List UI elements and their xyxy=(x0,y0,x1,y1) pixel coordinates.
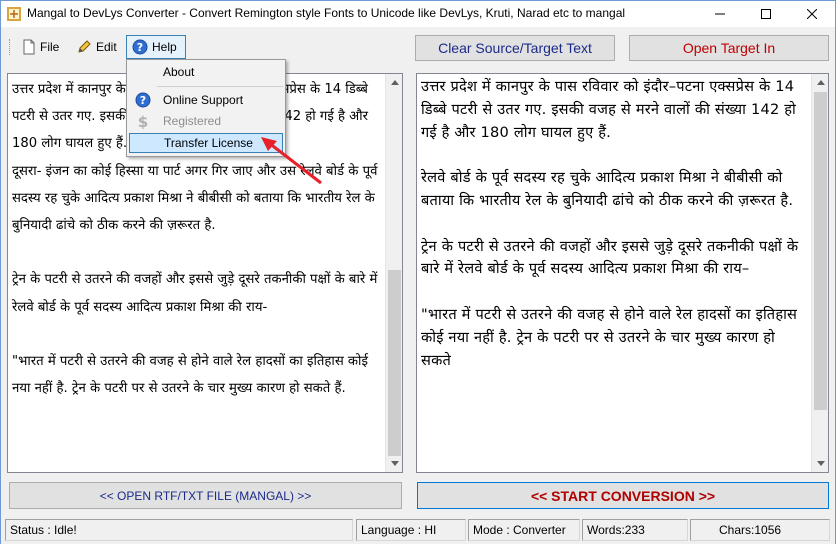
target-scrollbar[interactable] xyxy=(811,74,828,472)
help-question-icon: ? xyxy=(132,39,148,55)
menu-item-registered-label: Registered xyxy=(163,114,222,128)
app-icon xyxy=(7,7,21,21)
maximize-button[interactable] xyxy=(743,1,789,27)
menu-item-online-support-label: Online Support xyxy=(163,93,244,107)
menu-item-transfer-license-label: Transfer License xyxy=(164,136,253,150)
file-icon xyxy=(23,39,35,55)
menu-item-registered[interactable]: $ Registered xyxy=(129,111,283,131)
scroll-down-arrow-icon[interactable] xyxy=(386,455,402,472)
start-conversion-button[interactable]: << START CONVERSION >> xyxy=(417,482,829,509)
open-target-button[interactable]: Open Target In xyxy=(629,35,829,61)
word-count: Words:233 xyxy=(582,519,688,541)
source-scrollbar[interactable] xyxy=(385,74,402,472)
language-status: Language : HI xyxy=(356,519,466,541)
svg-text:?: ? xyxy=(140,94,146,107)
menu-help-label: Help xyxy=(152,40,177,54)
menu-grip xyxy=(9,39,12,55)
app-window: Mangal to DevLys Converter - Convert Rem… xyxy=(0,0,836,544)
svg-text:?: ? xyxy=(137,41,143,54)
char-count: Chars:1056 xyxy=(690,519,830,541)
edit-pencil-icon xyxy=(78,40,91,53)
maximize-icon xyxy=(761,9,771,19)
close-button[interactable] xyxy=(789,1,835,27)
open-file-button[interactable]: << OPEN RTF/TXT FILE (MANGAL) >> xyxy=(9,482,402,509)
menu-item-about[interactable]: About xyxy=(129,62,283,82)
target-scroll-thumb[interactable] xyxy=(814,92,827,410)
close-icon xyxy=(807,9,817,19)
menu-file-label: File xyxy=(40,40,60,54)
dollar-icon: $ xyxy=(138,113,148,129)
menu-bar: File Edit ? Help xyxy=(1,33,401,59)
menu-edit[interactable]: Edit xyxy=(71,35,122,59)
menu-item-online-support[interactable]: ? Online Support xyxy=(129,90,283,110)
mode-status: Mode : Converter xyxy=(468,519,580,541)
minimize-icon xyxy=(715,13,725,15)
question-icon: ? xyxy=(135,92,151,108)
red-pointer-arrow-icon xyxy=(261,137,322,185)
menu-separator xyxy=(157,86,283,87)
scroll-down-arrow-icon[interactable] xyxy=(812,455,828,472)
menu-item-about-label: About xyxy=(163,65,195,79)
window-title: Mangal to DevLys Converter - Convert Rem… xyxy=(27,6,626,20)
scroll-up-arrow-icon[interactable] xyxy=(812,74,828,91)
status-bar: Status : Idle! Language : HI Mode : Conv… xyxy=(1,515,835,544)
menu-edit-label: Edit xyxy=(96,40,117,54)
menu-file[interactable]: File xyxy=(17,35,64,59)
menu-help[interactable]: ? Help xyxy=(126,35,186,59)
target-text: उत्तर प्रदेश में कानपुर के पास रविवार को… xyxy=(421,78,799,369)
target-text-area[interactable]: उत्तर प्रदेश में कानपुर के पास रविवार को… xyxy=(416,73,829,473)
minimize-button[interactable] xyxy=(697,1,743,27)
title-bar[interactable]: Mangal to DevLys Converter - Convert Rem… xyxy=(1,1,835,27)
scroll-up-arrow-icon[interactable] xyxy=(386,74,402,91)
clear-text-button[interactable]: Clear Source/Target Text xyxy=(415,35,615,61)
source-scroll-thumb[interactable] xyxy=(388,270,401,456)
svg-text:$: $ xyxy=(138,113,148,129)
status-text: Status : Idle! xyxy=(5,519,353,541)
